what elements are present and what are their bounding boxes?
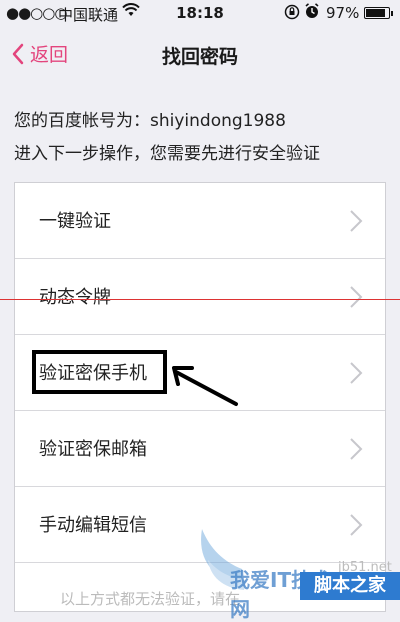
status-bar: ●●○○○ 中国联通 18:18 97% (0, 0, 400, 26)
annotation-highlight-box (32, 350, 167, 394)
nav-bar: 返回 找回密码 (0, 26, 400, 82)
chevron-right-icon (350, 514, 363, 536)
annotation-guide-line (0, 299, 400, 300)
page-title: 找回密码 (161, 46, 238, 68)
option-label: 验证密保邮箱 (39, 439, 147, 460)
annotation-arrow-icon (172, 366, 238, 406)
verification-instruction: 进入下一步操作，您需要先进行安全验证 (14, 144, 320, 164)
chevron-right-icon (350, 286, 363, 308)
option-one-click-verify[interactable]: 一键验证 (15, 183, 385, 259)
battery-icon (364, 7, 393, 19)
option-verify-email[interactable]: 验证密保邮箱 (15, 411, 385, 487)
battery-percent: 97% (326, 4, 360, 22)
option-label: 手动编辑短信 (39, 515, 147, 536)
chevron-right-icon (350, 438, 363, 460)
option-dynamic-token[interactable]: 动态令牌 (15, 259, 385, 335)
alarm-icon (304, 2, 320, 24)
watermark-brand: 脚本之家 (300, 572, 400, 600)
option-label: 一键验证 (39, 211, 111, 232)
chevron-right-icon (350, 362, 363, 384)
account-line: 您的百度帐号为：shiyindong1988 (14, 111, 286, 131)
option-label: 动态令牌 (39, 287, 111, 308)
chevron-right-icon (350, 210, 363, 232)
rotation-lock-icon (284, 4, 300, 24)
